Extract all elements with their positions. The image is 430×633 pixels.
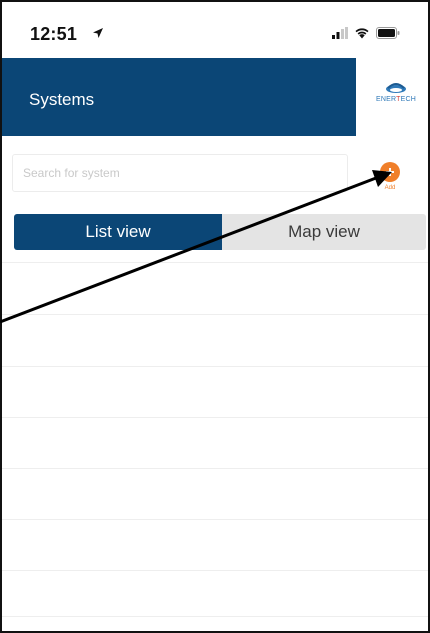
enertech-logo: ENERTECH bbox=[366, 82, 426, 112]
logo-mark-icon bbox=[386, 83, 406, 93]
list-item[interactable] bbox=[2, 570, 428, 621]
location-arrow-icon bbox=[93, 28, 103, 38]
tab-list-view[interactable]: List view bbox=[14, 214, 222, 250]
add-label: Add bbox=[384, 185, 396, 191]
app-header: Systems ENERTECH bbox=[2, 58, 428, 136]
status-icons bbox=[332, 26, 400, 40]
page-title: Systems bbox=[29, 90, 95, 109]
add-icon bbox=[380, 162, 400, 182]
wifi-icon bbox=[355, 28, 369, 39]
list-item[interactable] bbox=[2, 468, 428, 519]
add-system-button[interactable]: Add bbox=[378, 162, 402, 196]
header-title-bar: Systems bbox=[2, 58, 356, 136]
list-item[interactable] bbox=[2, 616, 428, 631]
list-item[interactable] bbox=[2, 314, 428, 365]
systems-list bbox=[2, 262, 428, 631]
battery-icon bbox=[376, 27, 400, 39]
list-item[interactable] bbox=[2, 262, 428, 313]
cellular-signal-icon bbox=[332, 27, 348, 39]
search-input[interactable] bbox=[12, 154, 348, 192]
tab-map-view[interactable]: Map view bbox=[222, 214, 426, 250]
status-bar: 12:51 bbox=[2, 2, 428, 58]
view-toggle: List view Map view bbox=[14, 214, 426, 250]
list-item[interactable] bbox=[2, 417, 428, 468]
search-row: Add bbox=[2, 154, 428, 204]
logo-text: ENERTECH bbox=[376, 96, 416, 103]
status-time: 12:51 bbox=[30, 24, 78, 44]
list-item[interactable] bbox=[2, 519, 428, 570]
list-item[interactable] bbox=[2, 366, 428, 417]
phone-screen: 12:51 Systems ENERTECH Search for system… bbox=[0, 0, 430, 633]
